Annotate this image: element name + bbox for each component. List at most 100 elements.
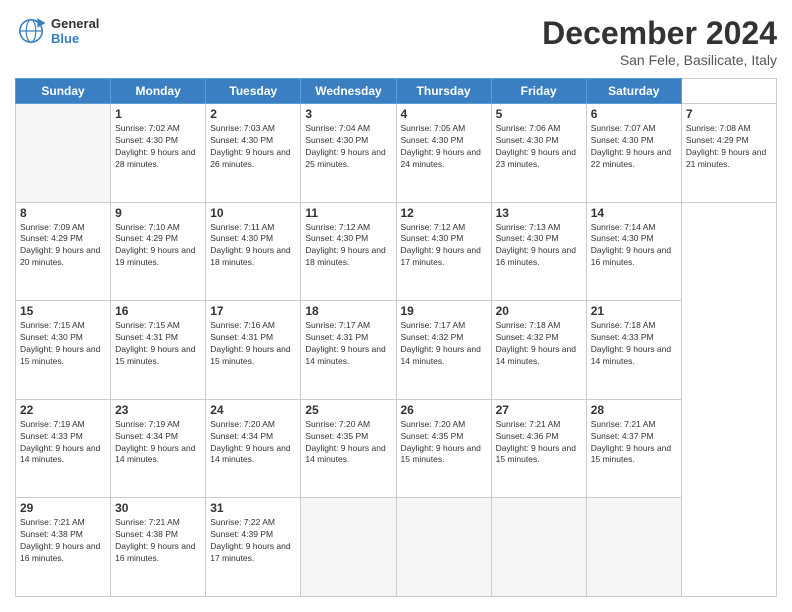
- week-row-3: 15 Sunrise: 7:15 AM Sunset: 4:30 PM Dayl…: [16, 301, 777, 400]
- table-cell: [491, 498, 586, 597]
- day-number: 23: [115, 403, 201, 417]
- table-cell: 16 Sunrise: 7:15 AM Sunset: 4:31 PM Dayl…: [111, 301, 206, 400]
- day-info: Sunrise: 7:02 AM Sunset: 4:30 PM Dayligh…: [115, 123, 201, 171]
- sunrise: Sunrise: 7:15 AM: [20, 320, 85, 330]
- day-info: Sunrise: 7:04 AM Sunset: 4:30 PM Dayligh…: [305, 123, 391, 171]
- sunrise: Sunrise: 7:18 AM: [496, 320, 561, 330]
- sunset: Sunset: 4:30 PM: [210, 135, 273, 145]
- day-number: 18: [305, 304, 391, 318]
- daylight: Daylight: 9 hours and 14 minutes.: [591, 344, 671, 366]
- day-info: Sunrise: 7:21 AM Sunset: 4:37 PM Dayligh…: [591, 419, 677, 467]
- col-sunday: Sunday: [16, 79, 111, 104]
- calendar-table: Sunday Monday Tuesday Wednesday Thursday…: [15, 78, 777, 597]
- day-info: Sunrise: 7:18 AM Sunset: 4:33 PM Dayligh…: [591, 320, 677, 368]
- sunrise: Sunrise: 7:04 AM: [305, 123, 370, 133]
- day-number: 13: [496, 206, 582, 220]
- day-number: 2: [210, 107, 296, 121]
- sunrise: Sunrise: 7:21 AM: [496, 419, 561, 429]
- sunrise: Sunrise: 7:19 AM: [115, 419, 180, 429]
- day-number: 11: [305, 206, 391, 220]
- daylight: Daylight: 9 hours and 14 minutes.: [115, 443, 195, 465]
- table-cell: 30 Sunrise: 7:21 AM Sunset: 4:38 PM Dayl…: [111, 498, 206, 597]
- daylight: Daylight: 9 hours and 14 minutes.: [305, 344, 385, 366]
- sunset: Sunset: 4:36 PM: [496, 431, 559, 441]
- sunrise: Sunrise: 7:21 AM: [115, 517, 180, 527]
- subtitle: San Fele, Basilicate, Italy: [542, 52, 777, 68]
- sunrise: Sunrise: 7:06 AM: [496, 123, 561, 133]
- col-monday: Monday: [111, 79, 206, 104]
- table-cell: 27 Sunrise: 7:21 AM Sunset: 4:36 PM Dayl…: [491, 399, 586, 498]
- day-number: 17: [210, 304, 296, 318]
- day-number: 9: [115, 206, 201, 220]
- table-cell: 18 Sunrise: 7:17 AM Sunset: 4:31 PM Dayl…: [301, 301, 396, 400]
- daylight: Daylight: 9 hours and 24 minutes.: [401, 147, 481, 169]
- sunrise: Sunrise: 7:17 AM: [305, 320, 370, 330]
- day-info: Sunrise: 7:14 AM Sunset: 4:30 PM Dayligh…: [591, 222, 677, 270]
- day-number: 12: [401, 206, 487, 220]
- table-cell: 15 Sunrise: 7:15 AM Sunset: 4:30 PM Dayl…: [16, 301, 111, 400]
- sunset: Sunset: 4:39 PM: [210, 529, 273, 539]
- sunset: Sunset: 4:30 PM: [305, 135, 368, 145]
- daylight: Daylight: 9 hours and 20 minutes.: [20, 245, 100, 267]
- day-info: Sunrise: 7:15 AM Sunset: 4:30 PM Dayligh…: [20, 320, 106, 368]
- day-info: Sunrise: 7:15 AM Sunset: 4:31 PM Dayligh…: [115, 320, 201, 368]
- week-row-1: 1 Sunrise: 7:02 AM Sunset: 4:30 PM Dayli…: [16, 104, 777, 203]
- daylight: Daylight: 9 hours and 14 minutes.: [401, 344, 481, 366]
- daylight: Daylight: 9 hours and 19 minutes.: [115, 245, 195, 267]
- sunrise: Sunrise: 7:21 AM: [20, 517, 85, 527]
- sunrise: Sunrise: 7:11 AM: [210, 222, 274, 232]
- day-info: Sunrise: 7:20 AM Sunset: 4:35 PM Dayligh…: [305, 419, 391, 467]
- table-cell: 7 Sunrise: 7:08 AM Sunset: 4:29 PM Dayli…: [681, 104, 776, 203]
- table-cell: [301, 498, 396, 597]
- col-saturday: Saturday: [586, 79, 681, 104]
- sunrise: Sunrise: 7:20 AM: [305, 419, 370, 429]
- sunrise: Sunrise: 7:03 AM: [210, 123, 275, 133]
- col-thursday: Thursday: [396, 79, 491, 104]
- sunrise: Sunrise: 7:10 AM: [115, 222, 180, 232]
- table-cell: 4 Sunrise: 7:05 AM Sunset: 4:30 PM Dayli…: [396, 104, 491, 203]
- day-number: 30: [115, 501, 201, 515]
- sunrise: Sunrise: 7:16 AM: [210, 320, 275, 330]
- day-info: Sunrise: 7:11 AM Sunset: 4:30 PM Dayligh…: [210, 222, 296, 270]
- table-cell: 28 Sunrise: 7:21 AM Sunset: 4:37 PM Dayl…: [586, 399, 681, 498]
- daylight: Daylight: 9 hours and 26 minutes.: [210, 147, 290, 169]
- sunrise: Sunrise: 7:12 AM: [305, 222, 370, 232]
- table-cell: 5 Sunrise: 7:06 AM Sunset: 4:30 PM Dayli…: [491, 104, 586, 203]
- table-cell: 22 Sunrise: 7:19 AM Sunset: 4:33 PM Dayl…: [16, 399, 111, 498]
- day-number: 5: [496, 107, 582, 121]
- table-cell: 29 Sunrise: 7:21 AM Sunset: 4:38 PM Dayl…: [16, 498, 111, 597]
- table-cell: [396, 498, 491, 597]
- day-info: Sunrise: 7:05 AM Sunset: 4:30 PM Dayligh…: [401, 123, 487, 171]
- table-cell: 21 Sunrise: 7:18 AM Sunset: 4:33 PM Dayl…: [586, 301, 681, 400]
- sunrise: Sunrise: 7:17 AM: [401, 320, 466, 330]
- day-info: Sunrise: 7:03 AM Sunset: 4:30 PM Dayligh…: [210, 123, 296, 171]
- sunset: Sunset: 4:31 PM: [115, 332, 178, 342]
- table-cell: [16, 104, 111, 203]
- daylight: Daylight: 9 hours and 16 minutes.: [20, 541, 100, 563]
- sunset: Sunset: 4:29 PM: [686, 135, 749, 145]
- logo: General Blue: [15, 15, 99, 47]
- sunrise: Sunrise: 7:19 AM: [20, 419, 85, 429]
- table-cell: 3 Sunrise: 7:04 AM Sunset: 4:30 PM Dayli…: [301, 104, 396, 203]
- day-number: 29: [20, 501, 106, 515]
- day-info: Sunrise: 7:19 AM Sunset: 4:34 PM Dayligh…: [115, 419, 201, 467]
- daylight: Daylight: 9 hours and 17 minutes.: [210, 541, 290, 563]
- day-number: 7: [686, 107, 772, 121]
- sunrise: Sunrise: 7:14 AM: [591, 222, 656, 232]
- daylight: Daylight: 9 hours and 14 minutes.: [496, 344, 576, 366]
- day-number: 28: [591, 403, 677, 417]
- day-info: Sunrise: 7:12 AM Sunset: 4:30 PM Dayligh…: [305, 222, 391, 270]
- day-info: Sunrise: 7:12 AM Sunset: 4:30 PM Dayligh…: [401, 222, 487, 270]
- daylight: Daylight: 9 hours and 17 minutes.: [401, 245, 481, 267]
- table-cell: 24 Sunrise: 7:20 AM Sunset: 4:34 PM Dayl…: [206, 399, 301, 498]
- sunrise: Sunrise: 7:20 AM: [210, 419, 275, 429]
- day-number: 24: [210, 403, 296, 417]
- title-block: December 2024 San Fele, Basilicate, Ital…: [542, 15, 777, 68]
- col-tuesday: Tuesday: [206, 79, 301, 104]
- table-cell: 8 Sunrise: 7:09 AM Sunset: 4:29 PM Dayli…: [16, 202, 111, 301]
- day-number: 14: [591, 206, 677, 220]
- logo-text: General Blue: [51, 16, 99, 46]
- sunrise: Sunrise: 7:15 AM: [115, 320, 180, 330]
- day-info: Sunrise: 7:10 AM Sunset: 4:29 PM Dayligh…: [115, 222, 201, 270]
- sunset: Sunset: 4:33 PM: [20, 431, 83, 441]
